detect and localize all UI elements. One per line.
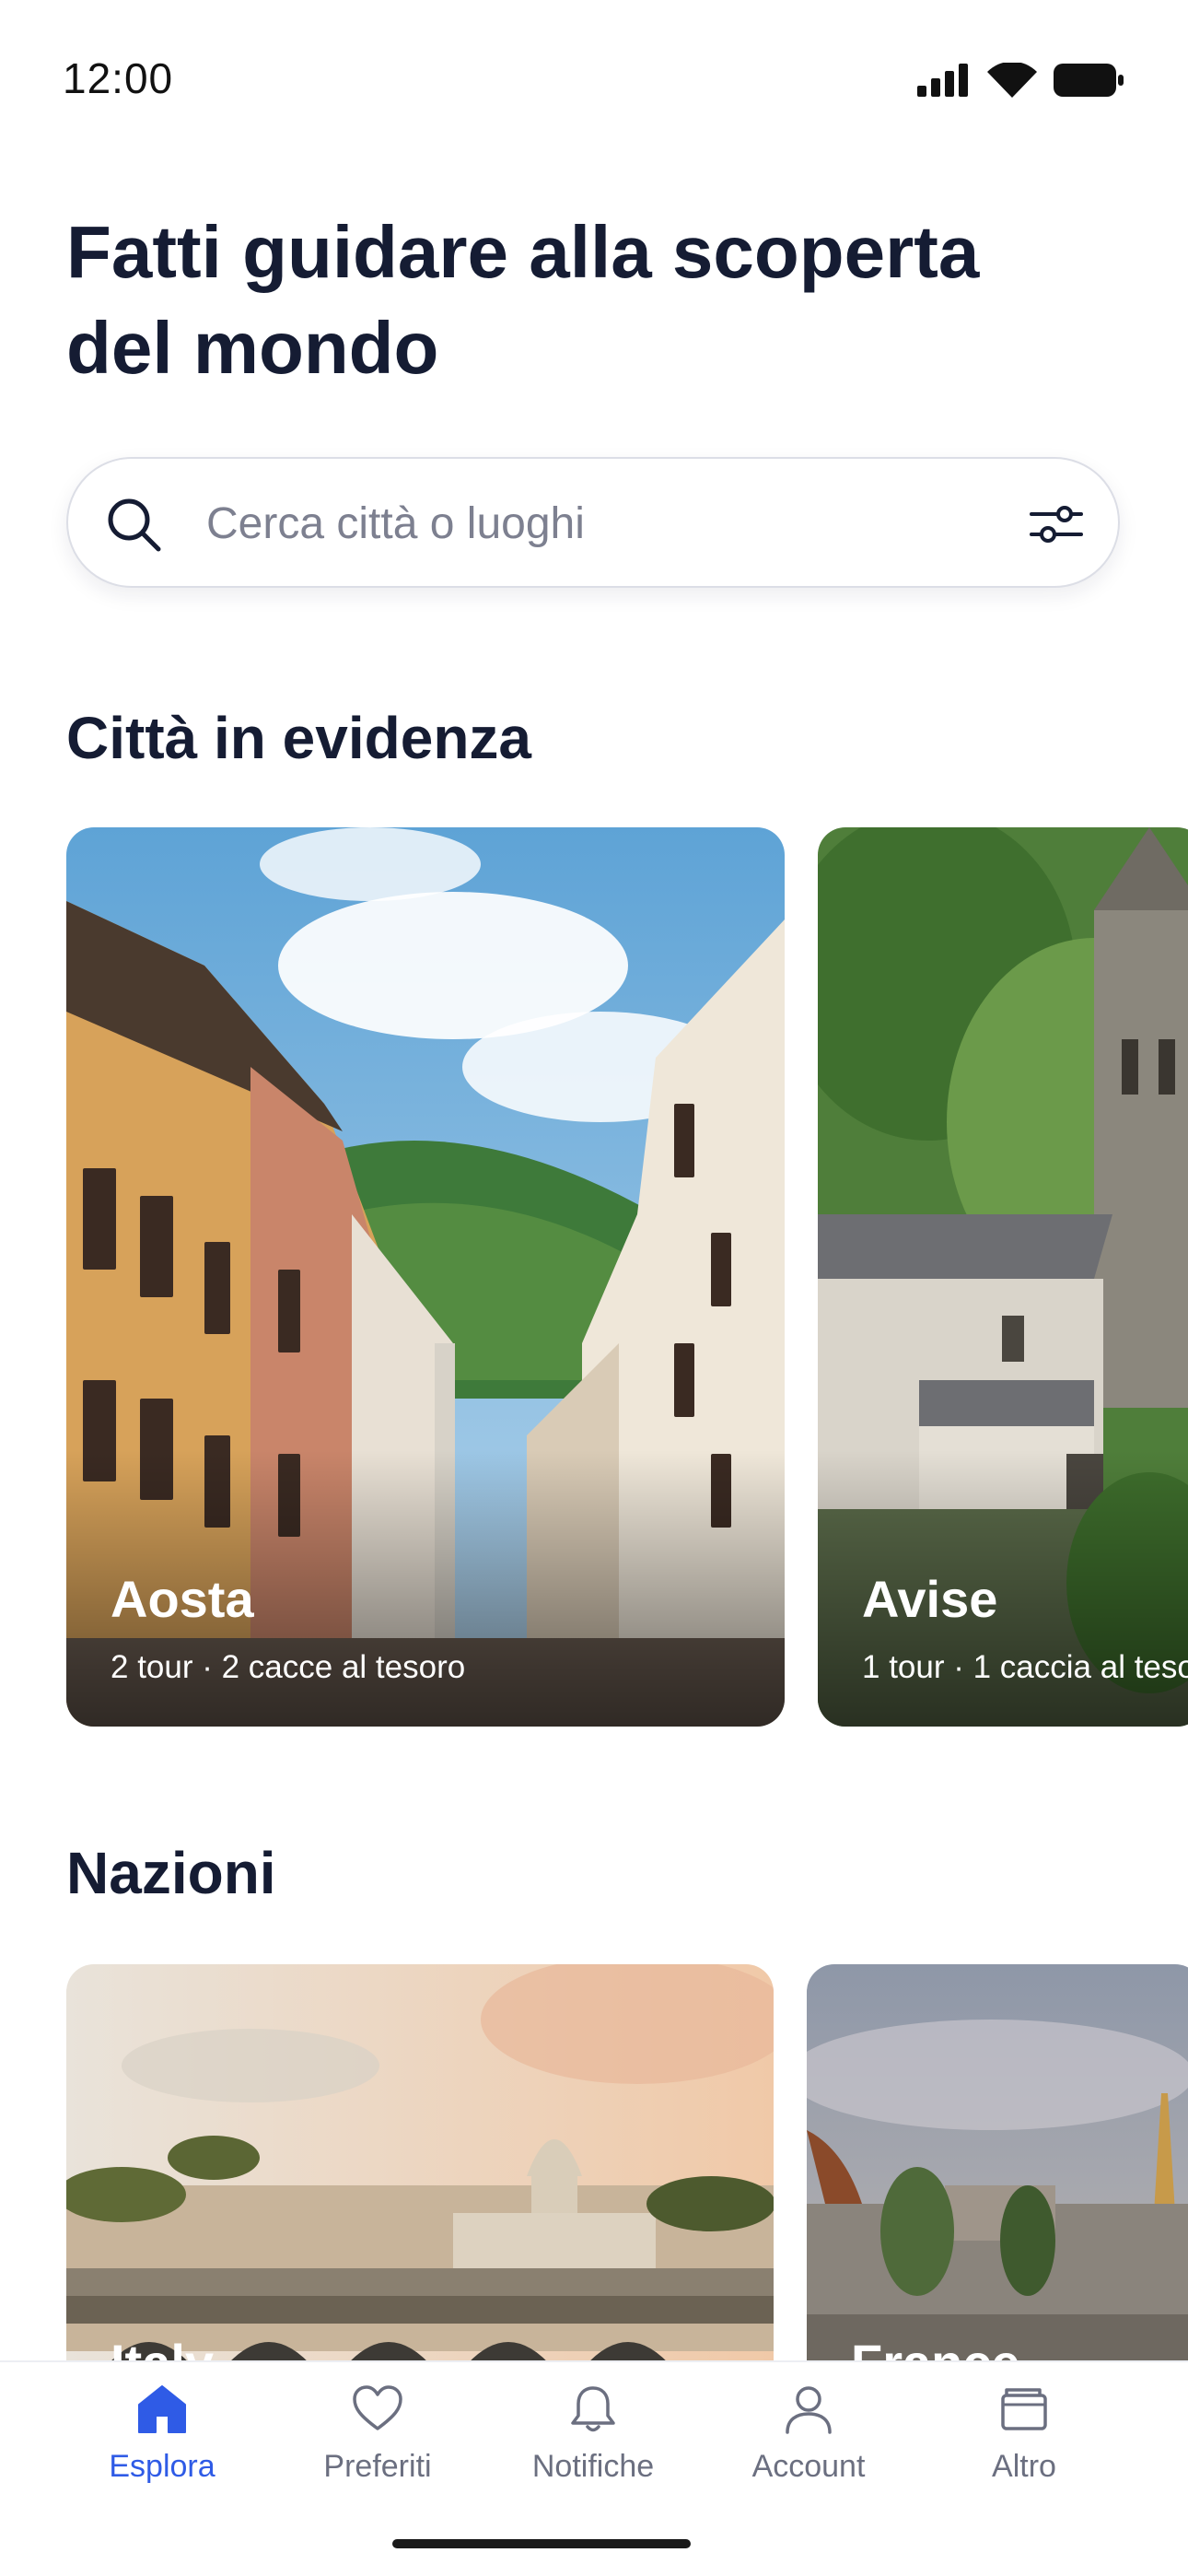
bell-icon (571, 2386, 615, 2432)
nav-label: Esplora (109, 2449, 215, 2484)
city-meta: 2 tour · 2 cacce al tesoro (111, 1649, 466, 1685)
city-card-aosta[interactable]: Aosta 2 tour · 2 cacce al tesoro (66, 827, 785, 1727)
city-meta: 1 tour · 1 caccia al tesoro (862, 1649, 1188, 1685)
home-icon (138, 2385, 186, 2433)
wallet-icon (1001, 2388, 1047, 2430)
nav-label: Preferiti (323, 2449, 432, 2484)
user-icon (786, 2386, 832, 2434)
status-icons (917, 63, 1124, 98)
search-input[interactable] (206, 486, 980, 560)
nav-label: Notifiche (531, 2449, 655, 2484)
nations-title: Nazioni (66, 1840, 276, 1906)
home-indicator (392, 2539, 691, 2548)
nav-label: Altro (992, 2449, 1056, 2484)
search-bar[interactable] (66, 457, 1120, 588)
nav-item-esplora[interactable]: Esplora (70, 2383, 254, 2485)
status-bar: 12:00 (0, 0, 1188, 147)
nav-item-altro[interactable]: Altro (932, 2383, 1116, 2485)
city-name: Aosta (111, 1570, 254, 1628)
wifi-icon (987, 63, 1037, 98)
city-name: Avise (862, 1570, 998, 1628)
heart-icon (353, 2385, 402, 2430)
page-title: Fatti guidare alla scoperta del mondo (66, 211, 980, 389)
battery-icon (1054, 64, 1124, 97)
nav-item-notifiche[interactable]: Notifiche (501, 2383, 685, 2485)
search-icon (108, 498, 161, 552)
city-card-avise[interactable]: Avise 1 tour · 1 caccia al tesoro (818, 827, 1188, 1727)
signal-icon (917, 64, 968, 97)
featured-cities-title: Città in evidenza (66, 705, 531, 771)
nav-label: Account (751, 2449, 866, 2484)
nav-item-preferiti[interactable]: Preferiti (285, 2383, 470, 2485)
filter-icon[interactable] (1026, 494, 1087, 555)
nav-item-account[interactable]: Account (716, 2383, 901, 2485)
status-time: 12:00 (63, 54, 174, 102)
